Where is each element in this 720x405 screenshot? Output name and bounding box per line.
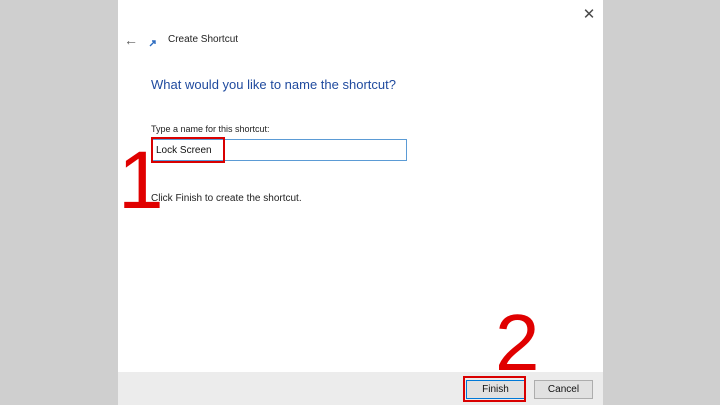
back-button[interactable]: ← bbox=[121, 30, 141, 50]
instruction-text: Click Finish to create the shortcut. bbox=[151, 193, 302, 204]
close-icon: ✕ bbox=[582, 6, 596, 23]
window-title: Create Shortcut bbox=[168, 34, 239, 45]
back-arrow-icon: ← bbox=[124, 32, 138, 48]
cancel-button[interactable]: Cancel bbox=[534, 380, 593, 399]
shortcut-name-label: Type a name for this shortcut: bbox=[151, 124, 270, 134]
page-heading: What would you like to name the shortcut… bbox=[151, 77, 396, 92]
shortcut-icon bbox=[149, 39, 157, 47]
finish-button[interactable]: Finish bbox=[466, 380, 525, 399]
close-button[interactable]: ✕ bbox=[578, 4, 600, 26]
dialog-footer bbox=[118, 372, 603, 405]
shortcut-name-input[interactable] bbox=[151, 139, 407, 161]
create-shortcut-dialog: ✕ ← Create Shortcut What would you like … bbox=[118, 0, 603, 405]
